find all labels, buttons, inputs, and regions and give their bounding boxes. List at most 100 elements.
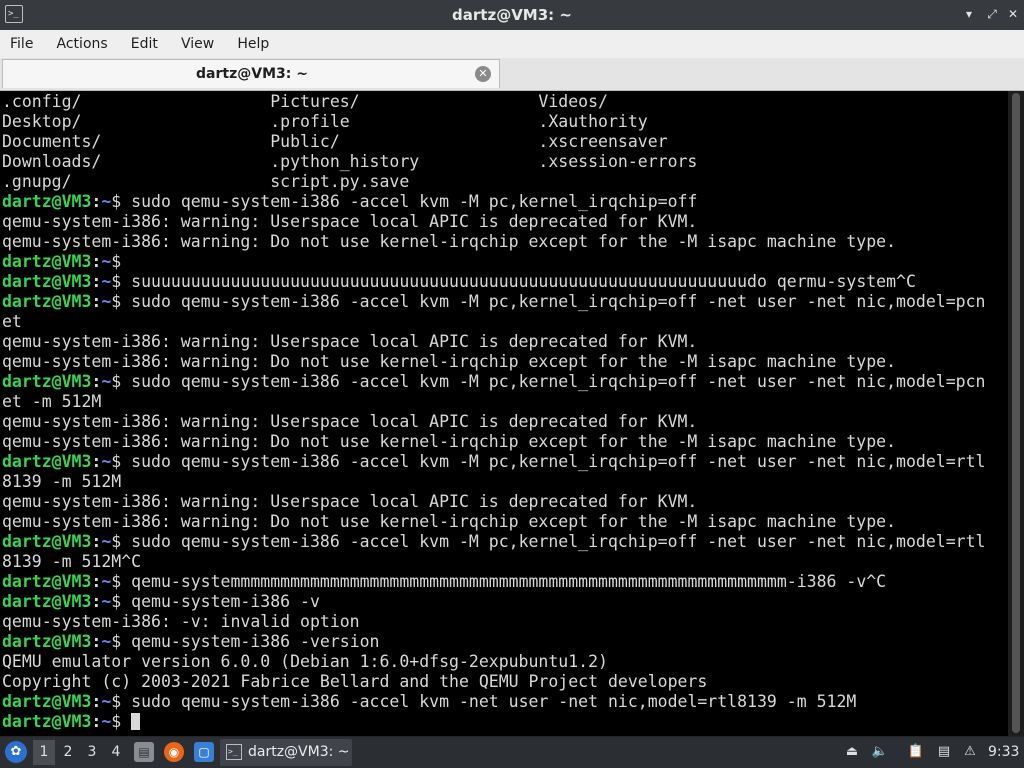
prompt-path: ~ bbox=[101, 632, 112, 651]
prompt-colon: : bbox=[91, 532, 102, 551]
terminal-lines: .config/ Pictures/ Videos/Desktop/ .prof… bbox=[2, 92, 985, 732]
output-text: Copyright (c) 2003-2021 Fabrice Bellard … bbox=[2, 672, 708, 691]
terminal-output-line: qemu-system-i386: warning: Do not use ke… bbox=[2, 232, 985, 252]
output-text: 8139 -m 512M bbox=[2, 472, 122, 491]
output-text: qemu-system-i386: warning: Do not use ke… bbox=[2, 232, 897, 251]
command-text: $ qemu-system-i386 -version bbox=[111, 632, 380, 651]
workspace-3[interactable]: 3 bbox=[81, 740, 103, 765]
taskbar: ✿ 1 2 3 4 ▤ ◉ ▢ >_ dartz@VM3: ~ ⏏ 🔈 📋 ▤ … bbox=[0, 737, 1024, 768]
prompt-user: dartz@VM3 bbox=[2, 452, 92, 471]
output-text: qemu-system-i386: warning: Do not use ke… bbox=[2, 352, 897, 371]
clipboard-icon[interactable]: 📋 bbox=[906, 742, 926, 762]
prompt-user: dartz@VM3 bbox=[2, 592, 92, 611]
terminal-output-line: et -m 512M bbox=[2, 392, 985, 412]
output-text: qemu-system-i386: warning: Do not use ke… bbox=[2, 432, 897, 451]
scrollbar-thumb[interactable] bbox=[1012, 93, 1020, 733]
terminal-output-line: Desktop/ .profile .Xauthority bbox=[2, 112, 985, 132]
window-titlebar: >_ dartz@VM3: ~ ▾ ⤢ ✕ bbox=[0, 0, 1024, 30]
command-text: $ sudo qemu-system-i386 -accel kvm -M pc… bbox=[111, 452, 986, 471]
output-text: .config/ Pictures/ Videos/ bbox=[2, 92, 608, 111]
prompt-path: ~ bbox=[101, 692, 112, 711]
prompt-path: ~ bbox=[101, 592, 112, 611]
prompt-user: dartz@VM3 bbox=[2, 532, 92, 551]
prompt-path: ~ bbox=[101, 272, 112, 291]
prompt-colon: : bbox=[91, 272, 102, 291]
terminal-command-line: dartz@VM3:~$ sudo qemu-system-i386 -acce… bbox=[2, 292, 985, 312]
terminal-output-line: QEMU emulator version 6.0.0 (Debian 1:6.… bbox=[2, 652, 985, 672]
command-text: $ sudo qemu-system-i386 -accel kvm -M pc… bbox=[111, 292, 986, 311]
workspace-1[interactable]: 1 bbox=[33, 740, 55, 765]
menu-view[interactable]: View bbox=[171, 30, 214, 58]
output-text: et bbox=[2, 312, 22, 331]
update-notifier-icon[interactable]: ⚠ bbox=[960, 742, 980, 762]
minimize-icon[interactable]: ▾ bbox=[962, 7, 976, 21]
output-text: qemu-system-i386: warning: Userspace loc… bbox=[2, 412, 698, 431]
lubuntu-start-icon[interactable]: ✿ bbox=[5, 741, 27, 763]
taskbar-terminal-button[interactable]: >_ dartz@VM3: ~ bbox=[220, 739, 352, 766]
terminal-output-line: qemu-system-i386: warning: Do not use ke… bbox=[2, 432, 985, 452]
terminal-command-line: dartz@VM3:~$ bbox=[2, 252, 985, 272]
output-text: Documents/ Public/ .xscreensaver bbox=[2, 132, 668, 151]
command-text: $ bbox=[111, 712, 132, 731]
output-text: qemu-system-i386: -v: invalid option bbox=[2, 612, 360, 631]
terminal-command-line: dartz@VM3:~$ qemu-system-i386 -v bbox=[2, 592, 985, 612]
terminal-output-line: et bbox=[2, 312, 985, 332]
workspace-4[interactable]: 4 bbox=[105, 740, 127, 765]
prompt-colon: : bbox=[91, 372, 102, 391]
prompt-colon: : bbox=[91, 692, 102, 711]
window-title: dartz@VM3: ~ bbox=[452, 6, 572, 24]
command-text: $ sudo qemu-system-i386 -accel kvm -M pc… bbox=[111, 192, 698, 211]
terminal-output-line: qemu-system-i386: -v: invalid option bbox=[2, 612, 985, 632]
command-text: $ bbox=[111, 252, 132, 271]
terminal-tab[interactable]: dartz@VM3: ~ ✕ bbox=[2, 59, 500, 88]
terminal-command-line: dartz@VM3:~$ sudo qemu-system-i386 -acce… bbox=[2, 192, 985, 212]
terminal-output-line: Downloads/ .python_history .xsession-err… bbox=[2, 152, 985, 172]
prompt-colon: : bbox=[91, 452, 102, 471]
terminal-scrollbar[interactable] bbox=[1008, 91, 1024, 736]
terminal-output[interactable]: .config/ Pictures/ Videos/Desktop/ .prof… bbox=[0, 91, 1008, 736]
output-text: QEMU emulator version 6.0.0 (Debian 1:6.… bbox=[2, 652, 608, 671]
prompt-colon: : bbox=[91, 292, 102, 311]
network-icon[interactable]: ▤ bbox=[934, 742, 954, 762]
prompt-path: ~ bbox=[101, 292, 112, 311]
output-text: Desktop/ .profile .Xauthority bbox=[2, 112, 648, 131]
output-text: 8139 -m 512M^C bbox=[2, 552, 142, 571]
maximize-icon[interactable]: ⤢ bbox=[985, 7, 999, 21]
prompt-colon: : bbox=[91, 572, 102, 591]
prompt-path: ~ bbox=[101, 192, 112, 211]
terminal-command-line: dartz@VM3:~$ sudo qemu-system-i386 -acce… bbox=[2, 372, 985, 392]
menu-actions[interactable]: Actions bbox=[47, 30, 108, 58]
output-text: qemu-system-i386: warning: Do not use ke… bbox=[2, 512, 897, 531]
output-text: Downloads/ .python_history .xsession-err… bbox=[2, 152, 698, 171]
task-label: dartz@VM3: ~ bbox=[248, 744, 350, 760]
prompt-user: dartz@VM3 bbox=[2, 252, 92, 271]
clock: 9:33 bbox=[988, 744, 1020, 760]
command-text: $ sudo qemu-system-i386 -accel kvm -M pc… bbox=[111, 532, 986, 551]
volume-icon[interactable]: 🔈 bbox=[870, 742, 890, 762]
text-cursor bbox=[131, 713, 141, 730]
prompt-path: ~ bbox=[101, 452, 112, 471]
prompt-user: dartz@VM3 bbox=[2, 192, 92, 211]
terminal-output-line: qemu-system-i386: warning: Userspace loc… bbox=[2, 212, 985, 232]
prompt-colon: : bbox=[91, 632, 102, 651]
eject-icon[interactable]: ⏏ bbox=[842, 742, 862, 762]
terminal-command-line: dartz@VM3:~$ sudo qemu-system-i386 -acce… bbox=[2, 452, 985, 472]
menu-help[interactable]: Help bbox=[227, 30, 269, 58]
desktop-icon[interactable]: ▢ bbox=[194, 742, 214, 762]
terminal-command-line: dartz@VM3:~$ bbox=[2, 712, 985, 732]
firefox-icon[interactable]: ◉ bbox=[164, 742, 184, 762]
command-text: $ suuuuuuuuuuuuuuuuuuuuuuuuuuuuuuuuuuuuu… bbox=[111, 272, 916, 291]
terminal-output-line: qemu-system-i386: warning: Do not use ke… bbox=[2, 352, 985, 372]
close-icon[interactable]: ✕ bbox=[1006, 7, 1020, 21]
menu-edit[interactable]: Edit bbox=[121, 30, 158, 58]
prompt-user: dartz@VM3 bbox=[2, 632, 92, 651]
workspace-2[interactable]: 2 bbox=[57, 740, 79, 765]
terminal-output-line: 8139 -m 512M bbox=[2, 472, 985, 492]
terminal-output-line: Documents/ Public/ .xscreensaver bbox=[2, 132, 985, 152]
menu-file[interactable]: File bbox=[0, 30, 33, 58]
command-text: $ sudo qemu-system-i386 -accel kvm -net … bbox=[111, 692, 857, 711]
prompt-user: dartz@VM3 bbox=[2, 692, 92, 711]
close-circle-icon[interactable]: ✕ bbox=[475, 66, 491, 82]
prompt-user: dartz@VM3 bbox=[2, 372, 92, 391]
file-manager-icon[interactable]: ▤ bbox=[134, 742, 154, 762]
